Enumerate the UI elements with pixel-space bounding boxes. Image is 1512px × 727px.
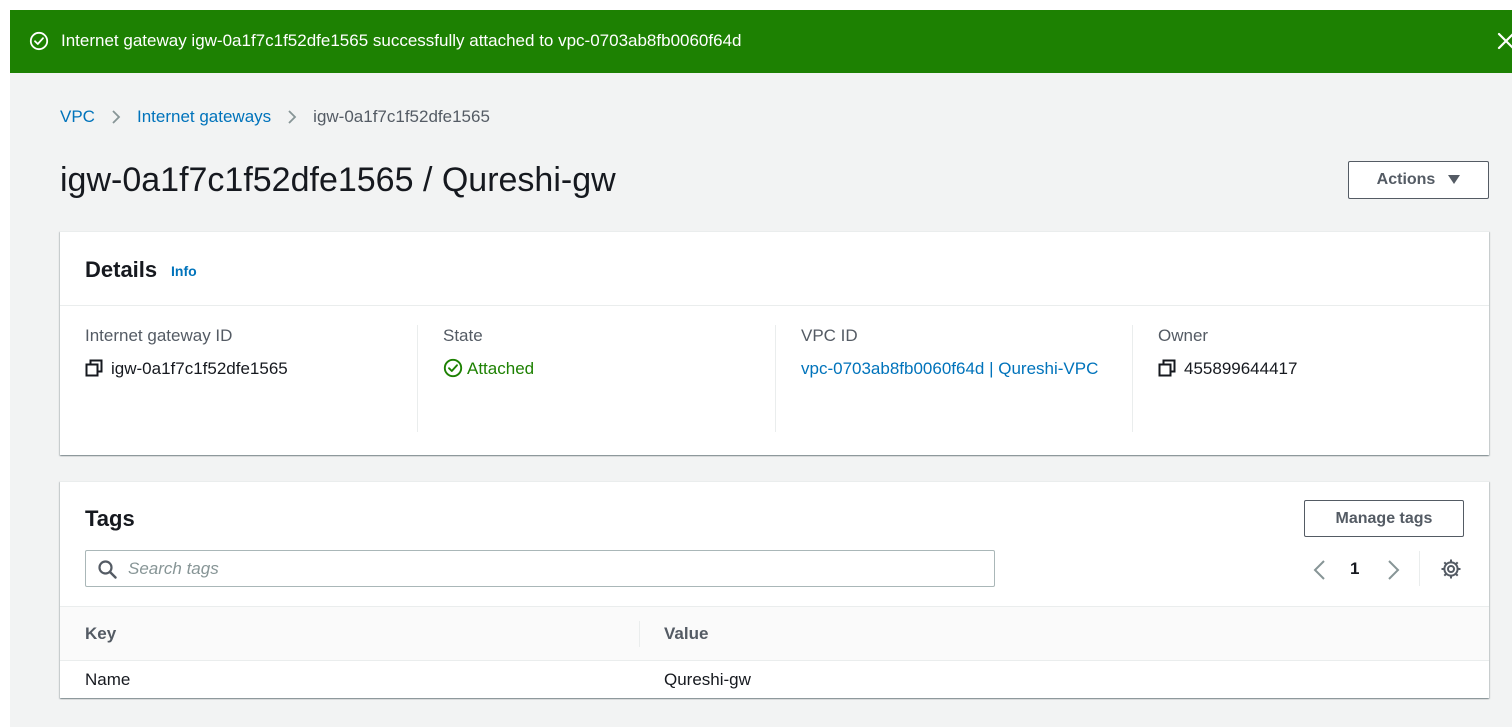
details-panel: Details Info Internet gateway ID igw-0a1… <box>60 231 1489 455</box>
tags-title: Tags <box>85 506 135 531</box>
chevron-right-icon <box>112 110 121 124</box>
breadcrumb-current: igw-0a1f7c1f52dfe1565 <box>313 107 490 126</box>
gear-icon[interactable] <box>1440 558 1462 580</box>
field-label: Owner <box>1158 326 1209 345</box>
actions-label: Actions <box>1376 171 1436 188</box>
details-header: Details Info <box>60 232 1489 306</box>
column-divider <box>417 325 418 432</box>
breadcrumb-internet-gateways[interactable]: Internet gateways <box>137 107 271 127</box>
column-divider <box>1132 325 1133 432</box>
actions-button[interactable]: Actions <box>1348 161 1489 199</box>
field-label: VPC ID <box>801 326 858 345</box>
search-tags-field[interactable] <box>85 550 995 587</box>
chevron-right-icon[interactable] <box>1383 558 1403 582</box>
copy-icon[interactable] <box>85 359 103 377</box>
details-title: Details <box>85 257 158 282</box>
close-icon[interactable] <box>1494 29 1512 53</box>
state-value: Attached <box>467 359 535 378</box>
tag-value-cell: Qureshi-gw <box>664 670 751 689</box>
column-header-key[interactable]: Key <box>85 624 116 644</box>
vpc-id-link[interactable]: vpc-0703ab8fb0060f64d | Qureshi-VPC <box>801 356 1101 381</box>
tags-panel: Tags Manage tags 1 Key <box>60 481 1489 698</box>
table-row: Name Qureshi-gw <box>60 661 1489 699</box>
info-link[interactable]: Info <box>171 263 197 279</box>
copy-icon[interactable] <box>1158 359 1176 377</box>
flash-message: Internet gateway igw-0a1f7c1f52dfe1565 s… <box>61 31 742 50</box>
field-state: State Attached <box>443 325 534 432</box>
page: Internet gateway igw-0a1f7c1f52dfe1565 s… <box>10 10 1512 727</box>
field-value: igw-0a1f7c1f52dfe1565 <box>111 359 288 378</box>
pager-divider <box>1419 551 1420 586</box>
caret-down-icon <box>1448 175 1461 184</box>
chevron-left-icon[interactable] <box>1310 558 1330 582</box>
breadcrumb-vpc[interactable]: VPC <box>60 107 95 127</box>
field-label: Internet gateway ID <box>85 326 233 345</box>
pagination-page[interactable]: 1 <box>1350 559 1359 579</box>
field-internet-gateway-id: Internet gateway ID igw-0a1f7c1f52dfe156… <box>85 325 288 432</box>
chevron-right-icon <box>288 110 297 124</box>
tag-key-cell: Name <box>85 670 131 689</box>
field-owner: Owner 455899644417 <box>1158 325 1297 432</box>
manage-tags-button[interactable]: Manage tags <box>1304 500 1464 537</box>
column-header-value[interactable]: Value <box>664 624 708 644</box>
field-label: State <box>443 326 483 345</box>
search-icon <box>98 560 117 579</box>
breadcrumb: VPC Internet gateways igw-0a1f7c1f52dfe1… <box>60 106 490 128</box>
success-flash-banner: Internet gateway igw-0a1f7c1f52dfe1565 s… <box>10 10 1512 73</box>
check-circle-icon <box>29 31 49 51</box>
field-value: 455899644417 <box>1184 359 1298 378</box>
status-success-icon <box>443 358 463 378</box>
field-vpc-id: VPC ID vpc-0703ab8fb0060f64d | Qureshi-V… <box>801 325 1101 432</box>
page-title: igw-0a1f7c1f52dfe1565 / Qureshi-gw <box>60 161 616 199</box>
table-header: Key Value <box>60 606 1489 661</box>
search-tags-input[interactable] <box>128 551 988 586</box>
column-divider <box>775 325 776 432</box>
column-divider <box>639 621 640 647</box>
